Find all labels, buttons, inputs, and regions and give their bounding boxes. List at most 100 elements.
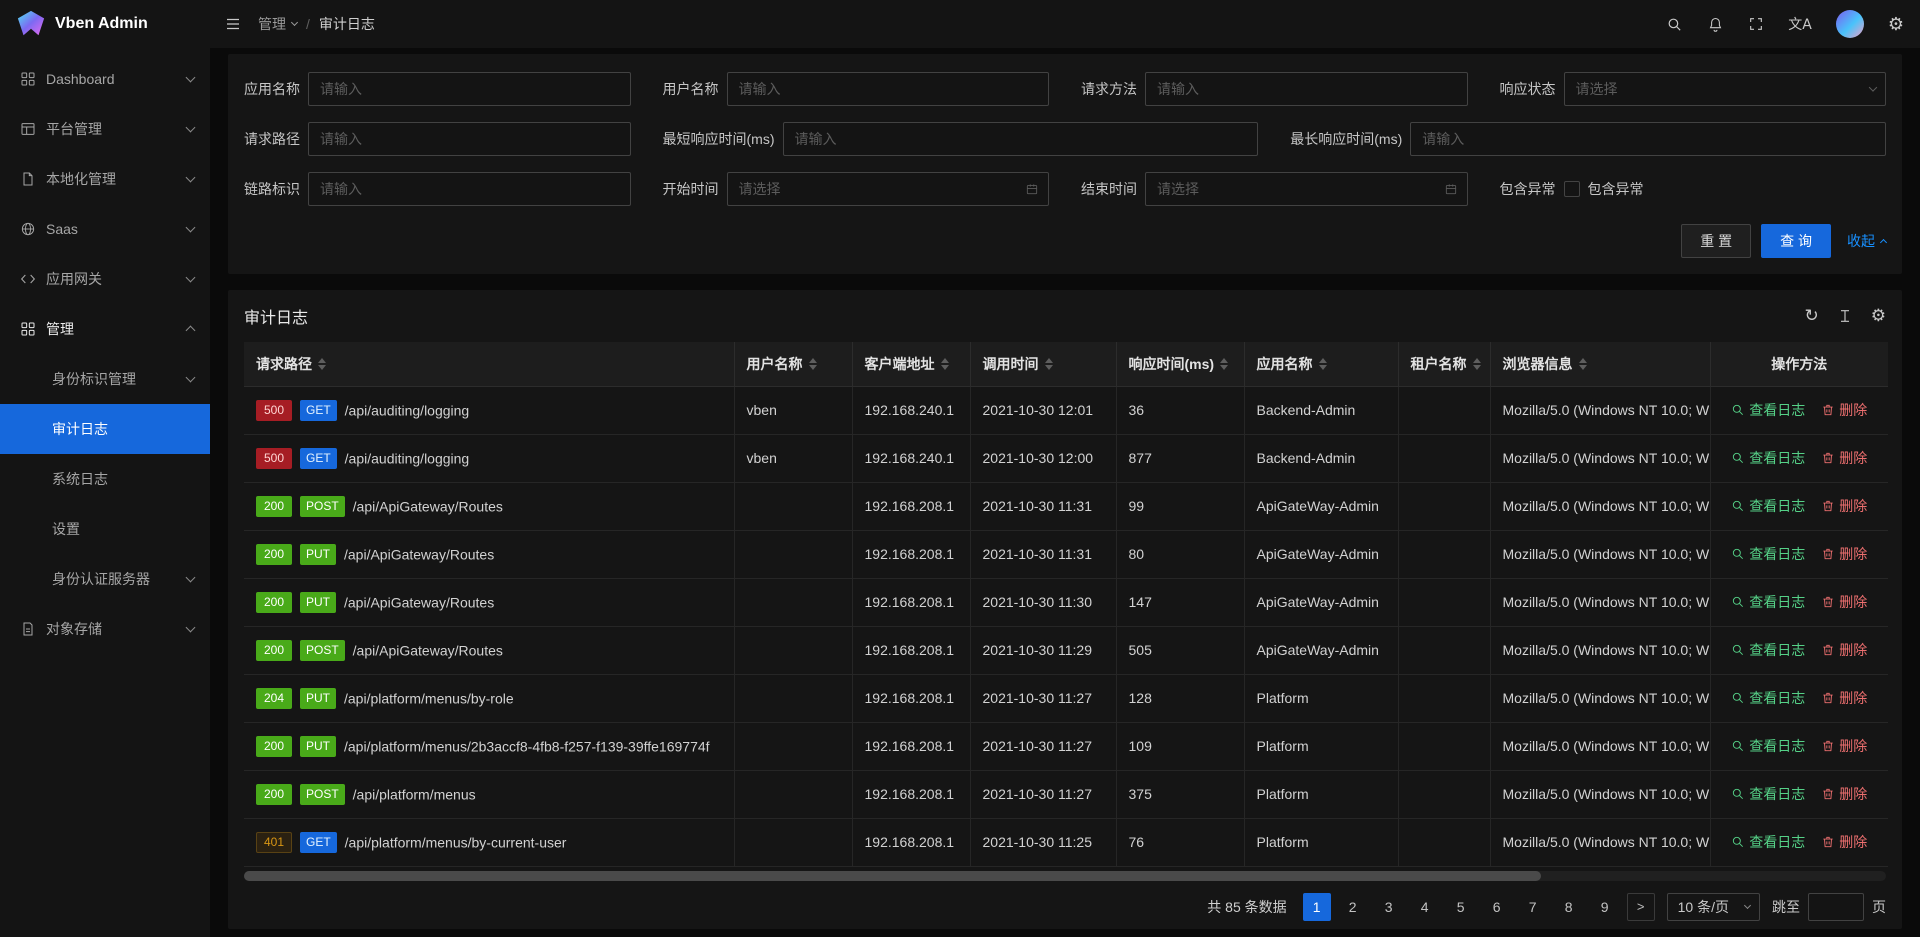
- delete-button[interactable]: 删除: [1821, 832, 1867, 852]
- delete-button[interactable]: 删除: [1821, 640, 1867, 660]
- sidebar-item-management[interactable]: 管理: [0, 304, 210, 354]
- page-button-9[interactable]: 9: [1591, 893, 1619, 921]
- view-log-button[interactable]: 查看日志: [1731, 640, 1805, 660]
- page-button-4[interactable]: 4: [1411, 893, 1439, 921]
- status-badge: 200: [256, 496, 292, 517]
- start-time-picker[interactable]: [727, 172, 1050, 206]
- column-header-duration[interactable]: 响应时间(ms): [1116, 342, 1244, 386]
- gear-icon[interactable]: ⚙: [1888, 14, 1904, 35]
- next-page-button[interactable]: >: [1627, 893, 1655, 921]
- breadcrumb: 管理 / 审计日志: [258, 14, 375, 34]
- max-time-input[interactable]: [1410, 122, 1886, 156]
- sidebar-item-dashboard[interactable]: Dashboard: [0, 54, 210, 104]
- column-header-client[interactable]: 客户端地址: [852, 342, 970, 386]
- filter-max-time: 最长响应时间(ms): [1290, 122, 1886, 156]
- bell-icon[interactable]: [1707, 16, 1724, 33]
- jump-page-input[interactable]: [1808, 893, 1864, 921]
- view-log-button[interactable]: 查看日志: [1731, 592, 1805, 612]
- page-content: 应用名称 用户名称 请求方法 响应状态: [210, 48, 1920, 937]
- delete-button[interactable]: 删除: [1821, 592, 1867, 612]
- view-log-label: 查看日志: [1749, 688, 1805, 708]
- page-button-5[interactable]: 5: [1447, 893, 1475, 921]
- sidebar-item-localization[interactable]: 本地化管理: [0, 154, 210, 204]
- exception-checkbox[interactable]: [1564, 181, 1580, 197]
- http-status-select[interactable]: [1564, 72, 1887, 106]
- column-header-tenant[interactable]: 租户名称: [1398, 342, 1490, 386]
- sidebar-item-gateway[interactable]: 应用网关: [0, 254, 210, 304]
- breadcrumb-menu[interactable]: 管理: [258, 14, 297, 34]
- filter-panel: 应用名称 用户名称 请求方法 响应状态: [228, 54, 1902, 274]
- delete-button[interactable]: 删除: [1821, 736, 1867, 756]
- sidebar-item-object-storage[interactable]: 对象存储: [0, 604, 210, 654]
- sidebar-item-saas[interactable]: Saas: [0, 204, 210, 254]
- view-log-button[interactable]: 查看日志: [1731, 496, 1805, 516]
- page-button-8[interactable]: 8: [1555, 893, 1583, 921]
- delete-button[interactable]: 删除: [1821, 688, 1867, 708]
- query-button[interactable]: 查 询: [1761, 224, 1831, 258]
- http-method-input[interactable]: [1145, 72, 1468, 106]
- view-log-button[interactable]: 查看日志: [1731, 784, 1805, 804]
- collapse-link[interactable]: 收起: [1847, 231, 1886, 251]
- sidebar-item-platform[interactable]: 平台管理: [0, 104, 210, 154]
- app-cell: ApiGateWay-Admin: [1244, 626, 1398, 674]
- column-header-path[interactable]: 请求路径: [244, 342, 734, 386]
- page-jump: 跳至页: [1772, 893, 1886, 921]
- column-header-app[interactable]: 应用名称: [1244, 342, 1398, 386]
- search-icon[interactable]: [1666, 16, 1683, 33]
- delete-button[interactable]: 删除: [1821, 448, 1867, 468]
- column-label: 租户名称: [1411, 354, 1467, 374]
- page-button-3[interactable]: 3: [1375, 893, 1403, 921]
- sidebar-item-settings[interactable]: 设置: [0, 504, 210, 554]
- browser-cell: Mozilla/5.0 (Windows NT 10.0; Win...: [1490, 434, 1710, 482]
- app-name-input[interactable]: [308, 72, 631, 106]
- delete-button[interactable]: 删除: [1821, 784, 1867, 804]
- delete-button[interactable]: 删除: [1821, 496, 1867, 516]
- translate-icon[interactable]: 文A: [1788, 14, 1812, 34]
- actions-cell: 查看日志删除: [1710, 674, 1888, 722]
- sidebar-item-identity[interactable]: 身份标识管理: [0, 354, 210, 404]
- delete-button[interactable]: 删除: [1821, 400, 1867, 420]
- sidebar-item-system-log[interactable]: 系统日志: [0, 454, 210, 504]
- client-cell: 192.168.240.1: [852, 386, 970, 434]
- column-settings-icon[interactable]: ⚙: [1871, 306, 1886, 326]
- view-log-button[interactable]: 查看日志: [1731, 736, 1805, 756]
- user-name-input[interactable]: [727, 72, 1050, 106]
- duration-cell: 99: [1116, 482, 1244, 530]
- sidebar-item-audit-log[interactable]: 审计日志: [0, 404, 210, 454]
- column-header-browser[interactable]: 浏览器信息: [1490, 342, 1710, 386]
- avatar[interactable]: [1836, 10, 1864, 38]
- view-log-button[interactable]: 查看日志: [1731, 400, 1805, 420]
- min-time-input[interactable]: [783, 122, 1259, 156]
- trace-id-input[interactable]: [308, 172, 631, 206]
- horizontal-scrollbar[interactable]: [244, 871, 1886, 881]
- scrollbar-thumb[interactable]: [244, 871, 1541, 881]
- sidebar-item-auth-server[interactable]: 身份认证服务器: [0, 554, 210, 604]
- calendar-icon: [1025, 182, 1039, 196]
- view-log-button[interactable]: 查看日志: [1731, 832, 1805, 852]
- method-badge: GET: [300, 832, 337, 853]
- column-header-user[interactable]: 用户名称: [734, 342, 852, 386]
- reset-button[interactable]: 重 置: [1681, 224, 1751, 258]
- refresh-icon[interactable]: ↻: [1805, 306, 1819, 326]
- page-button-6[interactable]: 6: [1483, 893, 1511, 921]
- request-path-input[interactable]: [308, 122, 631, 156]
- logo[interactable]: Vben Admin: [0, 0, 210, 48]
- chevron-down-icon: [1744, 901, 1751, 908]
- tenant-cell: [1398, 578, 1490, 626]
- delete-button[interactable]: 删除: [1821, 544, 1867, 564]
- page-button-2[interactable]: 2: [1339, 893, 1367, 921]
- end-time-picker[interactable]: [1145, 172, 1468, 206]
- page-button-1[interactable]: 1: [1303, 893, 1331, 921]
- tenant-cell: [1398, 770, 1490, 818]
- sidebar-collapse-button[interactable]: [224, 15, 242, 33]
- page-button-7[interactable]: 7: [1519, 893, 1547, 921]
- row-height-icon[interactable]: [1837, 308, 1853, 324]
- column-header-time[interactable]: 调用时间: [970, 342, 1116, 386]
- page-size-select[interactable]: 10 条/页: [1667, 893, 1760, 921]
- view-log-button[interactable]: 查看日志: [1731, 544, 1805, 564]
- fullscreen-icon[interactable]: [1748, 16, 1764, 32]
- sort-icon: [1473, 358, 1481, 370]
- view-log-button[interactable]: 查看日志: [1731, 688, 1805, 708]
- magnifier-icon: [1731, 835, 1745, 849]
- view-log-button[interactable]: 查看日志: [1731, 448, 1805, 468]
